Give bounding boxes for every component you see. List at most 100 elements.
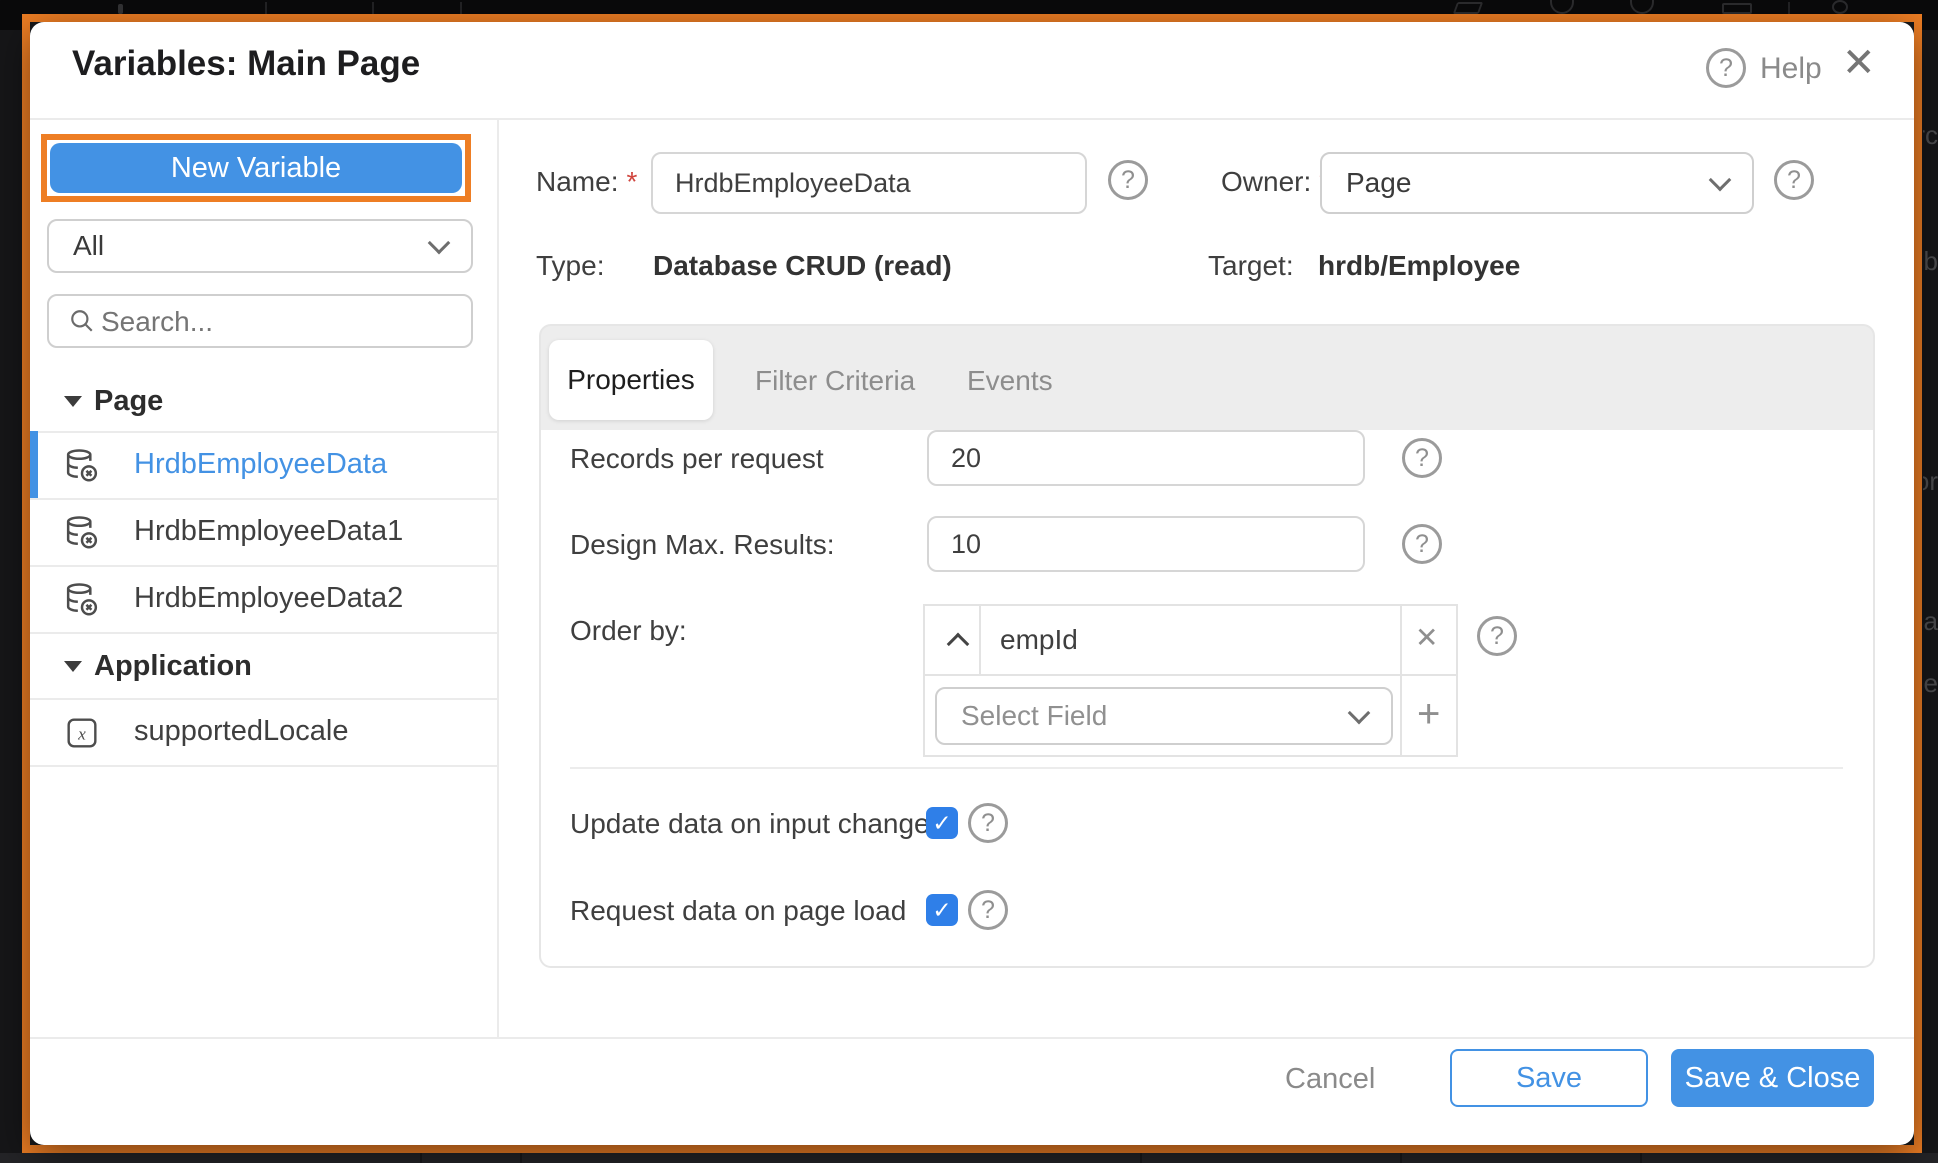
tab-properties[interactable]: Properties [549,340,713,420]
grid-line [1400,1153,1402,1163]
section-collapse-icon [64,661,82,672]
help-link[interactable]: Help [1760,52,1822,86]
order-direction-toggle[interactable] [938,608,978,672]
toolbar-send-icon [1453,2,1483,14]
records-per-request-label: Records per request [570,443,824,475]
help-icon[interactable]: ? [1706,48,1746,88]
variable-name: HrdbEmployeeData2 [134,582,403,615]
database-variable-icon [64,447,100,483]
chevron-down-icon [428,232,451,255]
grid-line [420,1153,422,1163]
order-grid-line [979,606,981,674]
owner-field-label: Owner: * [1221,167,1330,197]
name-label-text: Name: [536,166,618,198]
search-icon [69,308,95,334]
close-icon[interactable]: ✕ [1842,40,1876,86]
update-data-checkbox[interactable]: ✓ [926,807,958,839]
order-field-value[interactable]: empId [1000,624,1078,656]
order-field-select[interactable]: Select Field [935,687,1393,745]
database-variable-icon [64,581,100,617]
new-variable-button[interactable]: New Variable [50,143,462,193]
sidebar-section-application[interactable]: Application [64,651,252,681]
order-help-icon[interactable]: ? [1477,616,1517,656]
check-icon: ✓ [932,897,951,924]
list-divider [30,765,497,767]
design-max-results-input[interactable] [927,516,1365,572]
name-help-icon[interactable]: ? [1108,160,1148,200]
search-input[interactable] [99,302,439,342]
name-field-label: Name: * [536,167,637,197]
design-help-icon[interactable]: ? [1402,524,1442,564]
database-variable-icon [64,514,100,550]
update-data-help-icon[interactable]: ? [968,803,1008,843]
edge-fragment: da [1923,606,1938,637]
order-by-label: Order by: [570,615,687,647]
request-data-help-icon[interactable]: ? [968,890,1008,930]
records-help-icon[interactable]: ? [1402,438,1442,478]
chevron-up-icon [947,633,970,656]
sidebar-section-page[interactable]: Page [64,386,163,416]
variable-search-field[interactable] [47,294,473,348]
tab-events[interactable]: Events [967,365,1053,397]
remove-order-row-button[interactable]: ✕ [1415,621,1438,654]
order-grid-line [1400,606,1402,755]
section-collapse-icon [64,396,82,407]
variable-name: HrdbEmployeeData [134,448,387,481]
toolbar-dot-icon [118,4,123,14]
svg-text:x: x [77,725,86,744]
app-background-bottom [0,1153,1938,1163]
question-glyph: ? [1121,166,1135,195]
variable-filter-select[interactable]: All [47,219,473,273]
question-glyph: ? [1490,622,1504,651]
target-value: hrdb/Employee [1318,250,1520,282]
request-data-checkbox[interactable]: ✓ [926,894,958,926]
sidebar-item-hrdbemployeedata[interactable]: HrdbEmployeeData [30,433,497,496]
add-order-row-button[interactable]: + [1417,692,1440,737]
grid-line [1640,1153,1642,1163]
edge-fragment: or [1923,466,1938,497]
owner-select-value: Page [1346,167,1411,199]
question-glyph: ? [1787,166,1801,195]
save-button[interactable]: Save [1450,1049,1648,1107]
footer-divider [30,1037,1914,1039]
sidebar-item-hrdbemployeedata2[interactable]: HrdbEmployeeData2 [30,567,497,630]
chevron-down-icon [1709,169,1732,192]
expression-variable-icon: x [66,717,98,749]
question-glyph: ? [1415,444,1429,473]
request-data-label: Request data on page load [570,895,906,927]
name-input[interactable] [651,152,1087,214]
cancel-button[interactable]: Cancel [1285,1063,1375,1096]
owner-help-icon[interactable]: ? [1774,160,1814,200]
toolbar-redo-icon [1630,0,1654,14]
variable-name: HrdbEmployeeData1 [134,515,403,548]
question-glyph: ? [981,896,995,925]
grid-line [1140,1153,1142,1163]
sidebar-item-supportedlocale[interactable]: x supportedLocale [30,700,497,763]
list-divider [30,632,497,634]
question-glyph: ? [1719,54,1733,83]
toolbar-device-icon [1722,3,1752,14]
target-label: Target: [1208,250,1294,282]
order-grid-line [925,674,1456,676]
update-data-label: Update data on input change [570,808,930,840]
toolbar-undo-icon [1550,0,1574,14]
edge-fragment: arc [1923,120,1938,151]
save-and-close-button[interactable]: Save & Close [1671,1049,1874,1107]
owner-select[interactable]: Page [1320,152,1754,214]
select-field-placeholder: Select Field [961,700,1107,732]
question-glyph: ? [981,809,995,838]
records-per-request-input[interactable] [927,430,1365,486]
sidebar-item-hrdbemployeedata1[interactable]: HrdbEmployeeData1 [30,500,497,563]
required-asterisk: * [626,166,637,198]
type-label: Type: [536,250,604,282]
selected-indicator [30,431,38,498]
sidebar-divider [497,120,499,1038]
question-glyph: ? [1415,530,1429,559]
design-max-results-label: Design Max. Results: [570,529,835,561]
header-divider [30,118,1914,120]
edge-fragment: s b [1923,246,1938,277]
section-label: Application [94,650,252,683]
owner-label-text: Owner: [1221,166,1311,198]
filter-select-value: All [73,230,104,262]
tab-filter-criteria[interactable]: Filter Criteria [755,365,915,397]
